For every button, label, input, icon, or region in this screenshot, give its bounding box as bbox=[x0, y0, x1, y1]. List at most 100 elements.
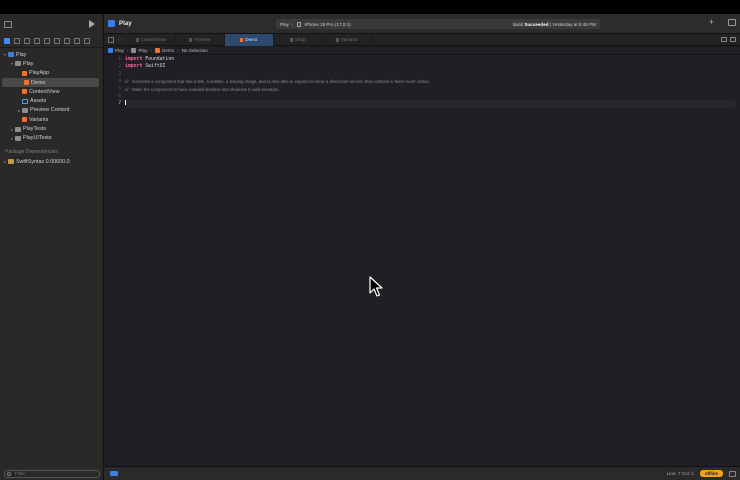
device-selector[interactable]: iPhone 15 Pro (17.0.1) bbox=[304, 22, 350, 27]
jump-bar-item[interactable]: Play bbox=[138, 48, 147, 53]
folder-icon bbox=[15, 126, 21, 132]
tree-item[interactable]: ▸ PlayUITests bbox=[0, 134, 103, 143]
editor-tab-bar: ‹ › ContentView Preview Demo Shop Variants bbox=[104, 33, 740, 46]
navigator-toolbar bbox=[0, 14, 103, 34]
code-line[interactable] bbox=[125, 71, 735, 78]
doc-comment: /// Generate a component that has a titl… bbox=[125, 79, 430, 85]
back-forward-arrows-icon[interactable]: ‹ › bbox=[118, 37, 123, 43]
swift-file-icon bbox=[240, 37, 244, 42]
swift-file-icon bbox=[22, 89, 27, 95]
filter-icon bbox=[7, 472, 11, 476]
editor-area: Play Play › iPhone 15 Pro (17.0.1) Build… bbox=[104, 14, 740, 480]
swift-file-icon bbox=[289, 37, 293, 42]
folder-icon bbox=[15, 61, 21, 67]
doc-comment: /// Make the component to have rounded b… bbox=[125, 86, 280, 92]
editor-tab[interactable]: Variants bbox=[323, 33, 372, 46]
status-badge[interactable]: offline bbox=[699, 470, 723, 477]
keyword: import bbox=[125, 57, 143, 62]
tree-item[interactable]: ▸ Preview Content bbox=[0, 106, 103, 115]
line-number: 5 bbox=[118, 86, 121, 92]
code-line[interactable]: import Foundation bbox=[125, 56, 735, 63]
run-button[interactable] bbox=[89, 20, 95, 28]
code-area[interactable]: import Foundation import SwiftUI /// Gener… bbox=[125, 56, 735, 108]
navigator-filter-field[interactable]: Filter bbox=[4, 470, 100, 478]
tree-item[interactable]: ▸ PlayTests bbox=[0, 124, 103, 133]
line-number: 3 bbox=[118, 71, 121, 77]
tree-item-label: Preview Content bbox=[30, 107, 70, 114]
jump-item-icon bbox=[131, 47, 137, 53]
jump-item-icon bbox=[108, 47, 113, 53]
sidebar-toggle-icon[interactable] bbox=[4, 20, 12, 28]
tree-item-label: Assets bbox=[30, 98, 47, 105]
device-icon bbox=[297, 21, 302, 27]
editor-tab[interactable]: Preview bbox=[176, 33, 225, 46]
line-number: 2 bbox=[118, 64, 121, 70]
tree-item[interactable]: ▾ Play bbox=[0, 50, 103, 59]
code-text: Foundation bbox=[142, 57, 175, 62]
swift-file-icon bbox=[22, 70, 27, 76]
bookmarks-icon[interactable] bbox=[24, 37, 30, 44]
package-dependencies-header: Package Dependencies bbox=[5, 148, 58, 155]
jump-bar-item[interactable]: Play bbox=[115, 48, 124, 53]
tree-item[interactable]: PlayApp bbox=[0, 69, 103, 78]
code-line[interactable] bbox=[125, 100, 735, 108]
editor-tab[interactable]: ContentView bbox=[127, 33, 176, 46]
jump-bar: Play › Play › Demo › No Selection bbox=[104, 46, 740, 55]
code-line[interactable]: /// Generate a component that has a titl… bbox=[125, 78, 735, 85]
tree-item[interactable]: ▾ Play bbox=[0, 59, 103, 68]
tab-list: ContentView Preview Demo Shop Variants bbox=[127, 33, 372, 46]
tree-item-label: PlayTests bbox=[23, 126, 47, 133]
mouse-pointer-icon bbox=[369, 276, 383, 297]
debug-area-panel-icon[interactable] bbox=[729, 470, 736, 477]
code-text: SwiftUI bbox=[142, 64, 166, 70]
code-line[interactable]: import SwiftUI bbox=[125, 63, 735, 70]
swift-file-icon bbox=[189, 37, 193, 42]
breakpoints-icon[interactable] bbox=[74, 37, 80, 44]
related-items-icon[interactable] bbox=[108, 36, 114, 43]
inspector-toggle-icon[interactable] bbox=[728, 19, 736, 26]
line-number-gutter: 1 23 456 7 bbox=[104, 56, 124, 466]
editor-tab[interactable]: Demo bbox=[224, 33, 274, 46]
tree-item[interactable]: ContentView bbox=[0, 87, 103, 96]
tree-item[interactable]: Variants bbox=[0, 115, 103, 124]
package-item[interactable]: ▸ SwiftSyntax 0.00600.0 bbox=[0, 157, 103, 166]
line-number: 1 bbox=[118, 57, 121, 62]
tree-item-label: PlayApp bbox=[29, 70, 50, 77]
tests-icon[interactable] bbox=[54, 37, 60, 44]
line-number: 6 bbox=[118, 93, 121, 99]
add-icon[interactable]: + bbox=[709, 17, 714, 27]
jump-bar-item[interactable]: No Selection bbox=[182, 48, 208, 53]
build-status-result: Succeeded bbox=[524, 21, 549, 27]
chevron-right-icon: › bbox=[290, 21, 293, 27]
editor-tab-label: ContentView bbox=[140, 37, 166, 42]
reports-icon[interactable] bbox=[84, 37, 90, 44]
tree-item[interactable]: Assets bbox=[0, 96, 103, 105]
debug-icon[interactable] bbox=[64, 37, 70, 44]
code-line[interactable]: /// Make the component to have rounded b… bbox=[125, 86, 735, 93]
editor-tab[interactable]: Shop bbox=[274, 33, 323, 46]
jump-bar-item[interactable]: Demo bbox=[162, 48, 174, 53]
find-icon[interactable] bbox=[34, 37, 40, 44]
debug-area-toggle-icon[interactable] bbox=[110, 471, 118, 476]
swift-file-icon bbox=[22, 117, 27, 123]
issues-icon[interactable] bbox=[44, 37, 50, 44]
scheme-activity-bar[interactable]: Play › iPhone 15 Pro (17.0.1) Build Succ… bbox=[276, 19, 600, 29]
split-editor-icon[interactable] bbox=[730, 37, 736, 42]
tree-item-label: Play bbox=[16, 51, 27, 58]
source-control-icon[interactable] bbox=[14, 37, 20, 44]
window-toolbar: Play Play › iPhone 15 Pro (17.0.1) Build… bbox=[104, 14, 740, 34]
project-title: Play bbox=[119, 20, 132, 27]
chevron-right-icon: › bbox=[126, 47, 129, 53]
project-navigator: ▾ Play ▾ Play PlayApp Demo ContentView Assets ▸ P… bbox=[0, 14, 104, 480]
code-line[interactable] bbox=[125, 93, 735, 100]
editor-options bbox=[721, 37, 736, 42]
package-list: ▸ SwiftSyntax 0.00600.0 bbox=[0, 157, 103, 166]
editor-options-icon[interactable] bbox=[721, 37, 727, 42]
project-navigator-icon[interactable] bbox=[4, 37, 10, 44]
build-status-prefix: Build bbox=[512, 21, 524, 27]
scheme-selector[interactable]: Play bbox=[280, 22, 289, 27]
source-editor[interactable]: 1234567 import Foundation import SwiftUI /… bbox=[104, 56, 740, 466]
tree-item[interactable]: Demo bbox=[2, 77, 99, 88]
file-tree: ▾ Play ▾ Play PlayApp Demo ContentView Assets ▸ P… bbox=[0, 48, 103, 143]
line-number: 7 bbox=[118, 101, 121, 107]
